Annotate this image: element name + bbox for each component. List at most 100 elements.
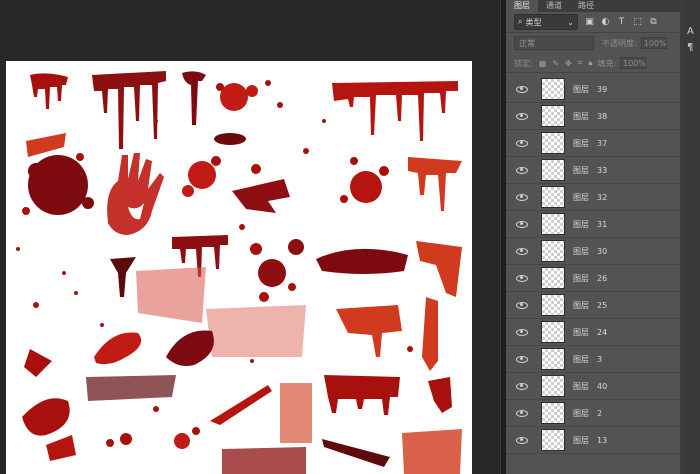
layer-number: 26 [597,273,608,283]
tab-paths[interactable]: 路径 [570,0,602,12]
layer-row[interactable]: 图层 32 [506,184,680,211]
layer-name-prefix: 图层 [573,165,589,175]
layer-name-prefix: 图层 [573,246,589,256]
layer-name-prefix: 图层 [573,84,589,94]
layer-name-prefix: 图层 [573,381,589,391]
document-workspace[interactable] [0,0,500,474]
blend-mode-select[interactable]: 正常 [514,36,594,50]
visibility-eye-icon[interactable] [516,301,528,309]
layer-number: 32 [597,192,608,202]
layer-name-prefix: 图层 [573,273,589,283]
layer-thumbnail [541,132,565,154]
panel-tab-bar: 图层 通道 路径 [506,0,680,12]
visibility-eye-icon[interactable] [516,247,528,255]
blend-row: 正常 不透明度: 100% [506,33,680,53]
opacity-label: 不透明度: [602,38,637,48]
layer-number: 40 [597,381,608,391]
visibility-eye-icon[interactable] [516,274,528,282]
shape-filter-icon[interactable]: ⬚ [633,17,642,27]
chevron-down-icon: ⌄ [567,17,574,27]
tab-layers[interactable]: 图层 [506,0,538,12]
lock-all-icon[interactable]: 🔒︎ [588,58,592,68]
layer-thumbnail [541,402,565,424]
blood-splatter-artwork [16,71,462,474]
lock-artboard-icon[interactable]: ⌗ [578,58,583,68]
layer-name-prefix: 图层 [573,138,589,148]
layer-thumbnail [541,213,565,235]
layer-row[interactable]: 图层 30 [506,238,680,265]
layers-panel: 图层 通道 路径 ⌕ 类型 ⌄ ▣ ◐ T ⬚ ⧉ 正常 不透明度: 100% … [506,0,680,474]
lock-row: 锁定: ▦ ✎ ✥ ⌗ 🔒︎ 填充: 100% [506,54,680,73]
paragraph-panel-icon[interactable]: ¶ [687,42,693,53]
layer-thumbnail [541,78,565,100]
visibility-eye-icon[interactable] [516,220,528,228]
layer-row[interactable]: 图层 13 [506,427,680,454]
layer-row[interactable]: 图层 40 [506,373,680,400]
layer-row[interactable]: 图层 26 [506,265,680,292]
layer-row[interactable]: 图层 2 [506,400,680,427]
layer-name-prefix: 图层 [573,300,589,310]
layer-name-prefix: 图层 [573,327,589,337]
layer-thumbnail [541,375,565,397]
layer-number: 37 [597,138,608,148]
lock-label: 锁定: [514,58,533,68]
opacity-input[interactable]: 100% [640,37,667,49]
layer-name-prefix: 图层 [573,219,589,229]
layer-name-prefix: 图层 [573,111,589,121]
filter-kind-select[interactable]: ⌕ 类型 ⌄ [514,14,578,30]
layer-row[interactable]: 图层 3 [506,346,680,373]
layer-row[interactable]: 图层 31 [506,211,680,238]
layer-name-prefix: 图层 [573,408,589,418]
fill-label: 填充: [597,58,617,68]
layer-number: 3 [597,354,603,364]
visibility-eye-icon[interactable] [516,193,528,201]
filter-kind-label: 类型 [525,17,542,27]
layer-number: 38 [597,111,608,121]
lock-position-icon[interactable]: ✥ [565,59,572,68]
image-filter-icon[interactable]: ▣ [585,17,594,27]
layer-thumbnail [541,159,565,181]
visibility-eye-icon[interactable] [516,382,528,390]
document-canvas[interactable] [6,61,472,474]
collapsed-panel-strip: A ¶ [684,0,700,474]
layer-number: 2 [597,408,603,418]
layer-row[interactable]: 图层 25 [506,292,680,319]
smart-object-filter-icon[interactable]: ⧉ [649,17,658,27]
layer-thumbnail [541,267,565,289]
layer-thumbnail [541,186,565,208]
character-panel-icon[interactable]: A [687,26,694,37]
layer-filter-row: ⌕ 类型 ⌄ ▣ ◐ T ⬚ ⧉ [506,12,680,33]
tab-channels[interactable]: 通道 [538,0,570,12]
visibility-eye-icon[interactable] [516,166,528,174]
layer-thumbnail [541,348,565,370]
visibility-eye-icon[interactable] [516,85,528,93]
layer-row[interactable]: 图层 33 [506,157,680,184]
layer-number: 31 [597,219,608,229]
visibility-eye-icon[interactable] [516,328,528,336]
layer-number: 39 [597,84,608,94]
visibility-eye-icon[interactable] [516,112,528,120]
layer-name-prefix: 图层 [573,354,589,364]
lock-paint-icon[interactable]: ✎ [552,59,559,68]
adjustment-filter-icon[interactable]: ◐ [601,17,610,27]
visibility-eye-icon[interactable] [516,436,528,444]
lock-transparent-icon[interactable]: ▦ [539,59,547,68]
visibility-eye-icon[interactable] [516,409,528,417]
layer-number: 13 [597,435,608,445]
layer-name-prefix: 图层 [573,192,589,202]
layer-row[interactable]: 图层 38 [506,103,680,130]
layer-thumbnail [541,321,565,343]
layer-row[interactable]: 图层 24 [506,319,680,346]
search-icon: ⌕ [518,17,523,26]
layer-number: 24 [597,327,608,337]
layer-row[interactable]: 图层 39 [506,76,680,103]
visibility-eye-icon[interactable] [516,139,528,147]
layer-name-prefix: 图层 [573,435,589,445]
type-filter-icon[interactable]: T [617,17,626,27]
layer-thumbnail [541,105,565,127]
layer-row[interactable]: 图层 37 [506,130,680,157]
layer-number: 30 [597,246,608,256]
layer-number: 25 [597,300,608,310]
fill-input[interactable]: 100% [620,57,647,69]
visibility-eye-icon[interactable] [516,355,528,363]
